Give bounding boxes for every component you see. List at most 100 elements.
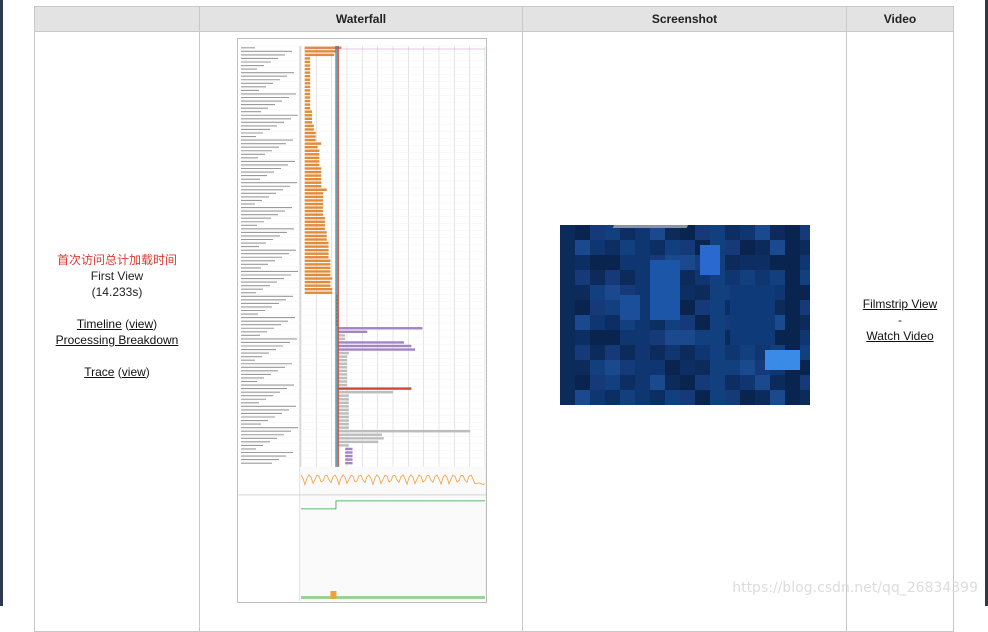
screenshot-pixel [635, 375, 650, 390]
request-bar [304, 67, 311, 71]
screenshot-pixel [755, 390, 770, 405]
screenshot-pixel [785, 390, 800, 405]
timeline-link[interactable]: Timeline [77, 317, 122, 331]
timeline-view-link[interactable]: view [129, 317, 153, 331]
request-bar [337, 337, 346, 341]
request-bar [337, 355, 347, 358]
screenshot-pixel [755, 255, 770, 270]
request-bar [337, 398, 349, 401]
request-bar [345, 454, 353, 458]
request-bar [337, 351, 349, 355]
screenshot-pixel [575, 375, 590, 390]
request-bar [304, 174, 322, 177]
screenshot-pixel [725, 255, 740, 270]
request-bar [304, 96, 311, 99]
request-bar [304, 263, 331, 266]
screenshot-image [560, 225, 810, 405]
load-time-annotation: 首次访问总计加载时间 [56, 253, 177, 267]
screenshot-pixel [785, 330, 800, 345]
screenshot-pixel [710, 375, 725, 390]
screenshot-pixel [680, 285, 695, 300]
screenshot-pixel [785, 240, 800, 255]
request-bar [304, 89, 311, 92]
screenshot-pixel [710, 285, 725, 300]
watch-video-link[interactable]: Watch Video [866, 329, 933, 343]
screenshot-pixel [785, 375, 800, 390]
screenshot-pixel [785, 270, 800, 285]
screenshot-pixel [560, 225, 575, 240]
screenshot-pixel [590, 375, 605, 390]
request-bar [304, 121, 313, 124]
screenshot-block [650, 260, 680, 320]
screenshot-pixel [605, 360, 620, 375]
request-bar [304, 231, 327, 234]
request-bar [337, 440, 379, 444]
request-bar [337, 433, 382, 436]
request-bar [304, 124, 314, 128]
screenshot-pixel [575, 315, 590, 330]
screenshot-pixel [665, 345, 680, 360]
video-separator: - [898, 313, 902, 327]
request-bar [304, 170, 322, 174]
screenshot-pixel [770, 375, 785, 390]
screenshot-pixel [590, 285, 605, 300]
screenshot-pixel [770, 255, 785, 270]
trace-view-link[interactable]: view [122, 365, 146, 379]
screenshot-pixel [620, 330, 635, 345]
request-bar [304, 291, 333, 294]
screenshot-pixel [740, 270, 755, 285]
screenshot-pixel [800, 330, 810, 345]
screenshot-pixel [635, 270, 650, 285]
request-bar [304, 92, 311, 96]
request-bar [337, 419, 349, 422]
trace-link[interactable]: Trace [84, 365, 114, 379]
screenshot-pixel [725, 345, 740, 360]
screenshot-pixel [620, 360, 635, 375]
request-bar [337, 341, 405, 344]
screenshot-pixel [560, 315, 575, 330]
request-bar [337, 334, 346, 337]
request-bar [304, 160, 320, 163]
request-bar [304, 106, 311, 110]
screenshot-pixel [680, 300, 695, 315]
screenshot-pixel [650, 360, 665, 375]
processing-breakdown-link[interactable]: Processing Breakdown [56, 333, 179, 347]
request-bar [304, 220, 325, 223]
page-screenshot[interactable] [560, 225, 810, 405]
screenshot-pixel [605, 345, 620, 360]
screenshot-pixel [605, 240, 620, 255]
screenshot-pixel [635, 240, 650, 255]
screenshot-pixel [560, 375, 575, 390]
screenshot-pixel [740, 225, 755, 240]
screenshot-pixel [680, 390, 695, 405]
filmstrip-view-link[interactable]: Filmstrip View [863, 297, 937, 311]
screenshot-pixel [605, 285, 620, 300]
window-frame-left [0, 0, 3, 606]
request-bar [304, 64, 311, 67]
request-bar [304, 188, 327, 191]
timeline-line: Timeline (view) [76, 317, 158, 331]
request-bar [345, 461, 353, 465]
screenshot-pixel [605, 390, 620, 405]
request-bar [337, 383, 347, 387]
request-bar [304, 146, 318, 149]
screenshot-pixel [785, 300, 800, 315]
video-cell: Filmstrip View - Watch Video [846, 31, 954, 632]
screenshot-pixel [710, 330, 725, 345]
cpu-spike [330, 591, 337, 599]
screenshot-pixel [710, 315, 725, 330]
screenshot-pixel [635, 360, 650, 375]
waterfall-chart[interactable] [237, 38, 487, 603]
request-bar [304, 227, 325, 231]
request-bar [304, 206, 324, 209]
screenshot-block [730, 285, 775, 345]
screenshot-pixel [590, 360, 605, 375]
screenshot-pixel [650, 375, 665, 390]
screenshot-pixel [800, 390, 810, 405]
request-bar [337, 401, 349, 404]
screenshot-pixel [725, 360, 740, 375]
request-bar [304, 202, 324, 206]
screenshot-pixel [695, 315, 710, 330]
screenshot-pixel [680, 330, 695, 345]
screenshot-pixel [665, 375, 680, 390]
